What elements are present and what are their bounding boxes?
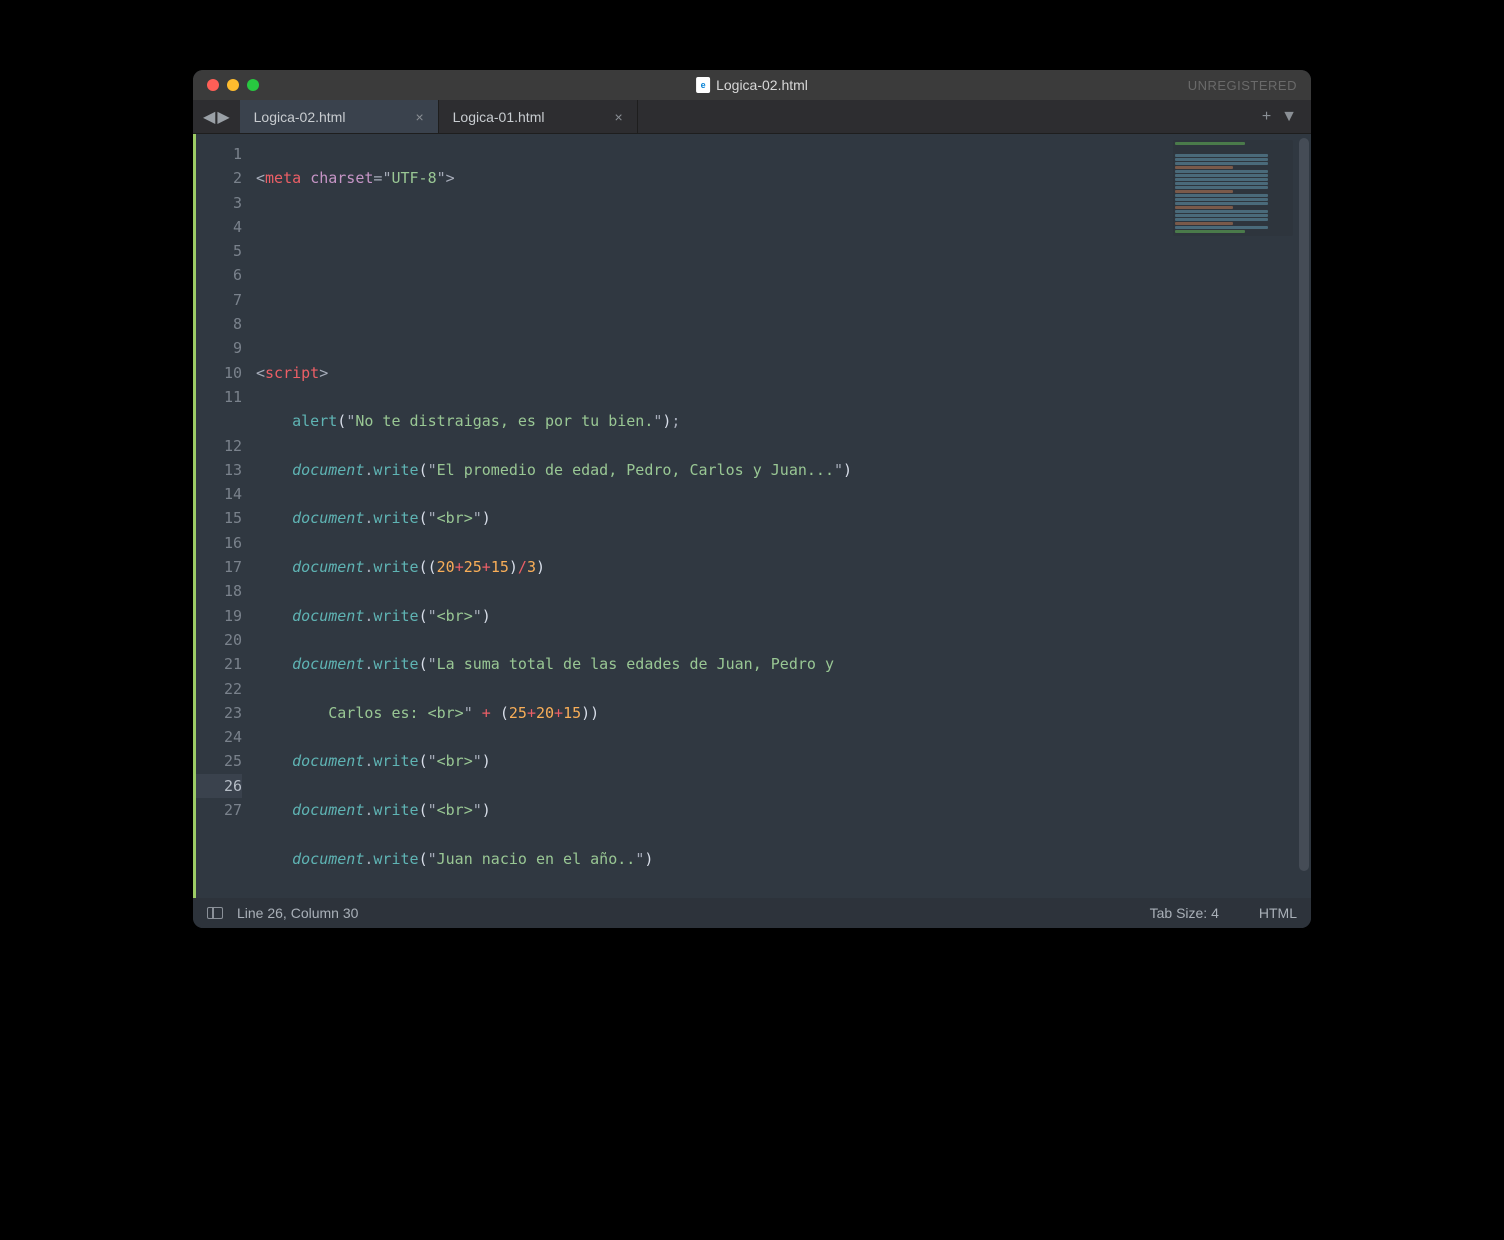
code-line xyxy=(256,215,1311,239)
line-number: 22 xyxy=(196,677,242,701)
code-line: document.write("Juan nacio en el año..") xyxy=(256,847,1311,871)
line-number: 15 xyxy=(196,506,242,530)
line-number: 27 xyxy=(196,798,242,822)
line-number: 12 xyxy=(196,434,242,458)
line-number: 13 xyxy=(196,458,242,482)
line-number: 21 xyxy=(196,652,242,676)
traffic-lights xyxy=(193,79,259,91)
titlebar: Logica-02.html UNREGISTERED xyxy=(193,70,1311,100)
panel-toggle-icon[interactable] xyxy=(207,907,223,919)
file-icon xyxy=(696,77,710,93)
line-number: 14 xyxy=(196,482,242,506)
code-line: <meta charset="UTF-8"> xyxy=(256,166,1311,190)
line-number: 25 xyxy=(196,749,242,773)
tab-size-selector[interactable]: Tab Size: 4 xyxy=(1150,905,1219,921)
tab-menu-icon[interactable]: ▼ xyxy=(1281,108,1297,126)
line-number: 8 xyxy=(196,312,242,336)
tab-bar: ◀ ▶ Logica-02.html × Logica-01.html × + … xyxy=(193,100,1311,134)
syntax-selector[interactable]: HTML xyxy=(1259,905,1297,921)
code-editor[interactable]: <meta charset="UTF-8"> <script> alert("N… xyxy=(252,134,1311,898)
line-number xyxy=(196,409,242,433)
code-line: document.write("<br>") xyxy=(256,604,1311,628)
line-number: 6 xyxy=(196,263,242,287)
line-number: 4 xyxy=(196,215,242,239)
editor-window: Logica-02.html UNREGISTERED ◀ ▶ Logica-0… xyxy=(193,70,1311,928)
code-line: document.write("<br>") xyxy=(256,798,1311,822)
code-line: document.write((20+25+15)/3) xyxy=(256,555,1311,579)
tab-logica-01[interactable]: Logica-01.html × xyxy=(439,100,638,133)
nav-forward-icon[interactable]: ▶ xyxy=(217,107,229,127)
nav-arrows: ◀ ▶ xyxy=(193,100,240,133)
window-title: Logica-02.html xyxy=(696,77,808,93)
line-number: 18 xyxy=(196,579,242,603)
code-line: alert("No te distraigas, es por tu bien.… xyxy=(256,409,1311,433)
line-number: 9 xyxy=(196,336,242,360)
line-number: 19 xyxy=(196,604,242,628)
editor-area: 1 2 3 4 5 6 7 8 9 10 11 12 13 14 15 16 1… xyxy=(193,134,1311,898)
minimap[interactable] xyxy=(1173,140,1293,236)
code-line: document.write("La suma total de las eda… xyxy=(256,652,1311,676)
line-number: 11 xyxy=(196,385,242,409)
tab-label: Logica-01.html xyxy=(453,109,545,125)
code-line: document.write("<br>") xyxy=(256,506,1311,530)
line-number: 2 xyxy=(196,166,242,190)
nav-back-icon[interactable]: ◀ xyxy=(203,107,215,127)
close-tab-icon[interactable]: × xyxy=(614,109,622,125)
close-tab-icon[interactable]: × xyxy=(415,109,423,125)
code-line: Carlos es: <br>" + (25+20+15)) xyxy=(256,701,1311,725)
line-number: 7 xyxy=(196,288,242,312)
unregistered-label: UNREGISTERED xyxy=(1188,78,1297,93)
tabbar-actions: + ▼ xyxy=(1262,100,1311,133)
code-line: <script> xyxy=(256,361,1311,385)
line-number: 17 xyxy=(196,555,242,579)
vertical-scrollbar[interactable] xyxy=(1299,138,1309,871)
line-number-gutter: 1 2 3 4 5 6 7 8 9 10 11 12 13 14 15 16 1… xyxy=(196,134,252,898)
tab-logica-02[interactable]: Logica-02.html × xyxy=(240,100,439,133)
line-number: 20 xyxy=(196,628,242,652)
cursor-position[interactable]: Line 26, Column 30 xyxy=(237,905,358,921)
window-title-text: Logica-02.html xyxy=(716,77,808,93)
line-number: 10 xyxy=(196,361,242,385)
code-line xyxy=(256,263,1311,287)
code-line: document.write("<br>") xyxy=(256,895,1311,898)
close-window-button[interactable] xyxy=(207,79,219,91)
code-line: document.write("El promedio de edad, Ped… xyxy=(256,458,1311,482)
minimize-window-button[interactable] xyxy=(227,79,239,91)
code-line xyxy=(256,312,1311,336)
maximize-window-button[interactable] xyxy=(247,79,259,91)
line-number: 23 xyxy=(196,701,242,725)
tab-label: Logica-02.html xyxy=(254,109,346,125)
code-line: document.write("<br>") xyxy=(256,749,1311,773)
line-number: 3 xyxy=(196,191,242,215)
new-tab-icon[interactable]: + xyxy=(1262,108,1271,126)
line-number: 16 xyxy=(196,531,242,555)
status-bar: Line 26, Column 30 Tab Size: 4 HTML xyxy=(193,898,1311,928)
line-number: 26 xyxy=(196,774,242,798)
line-number: 1 xyxy=(196,142,242,166)
line-number: 5 xyxy=(196,239,242,263)
line-number: 24 xyxy=(196,725,242,749)
